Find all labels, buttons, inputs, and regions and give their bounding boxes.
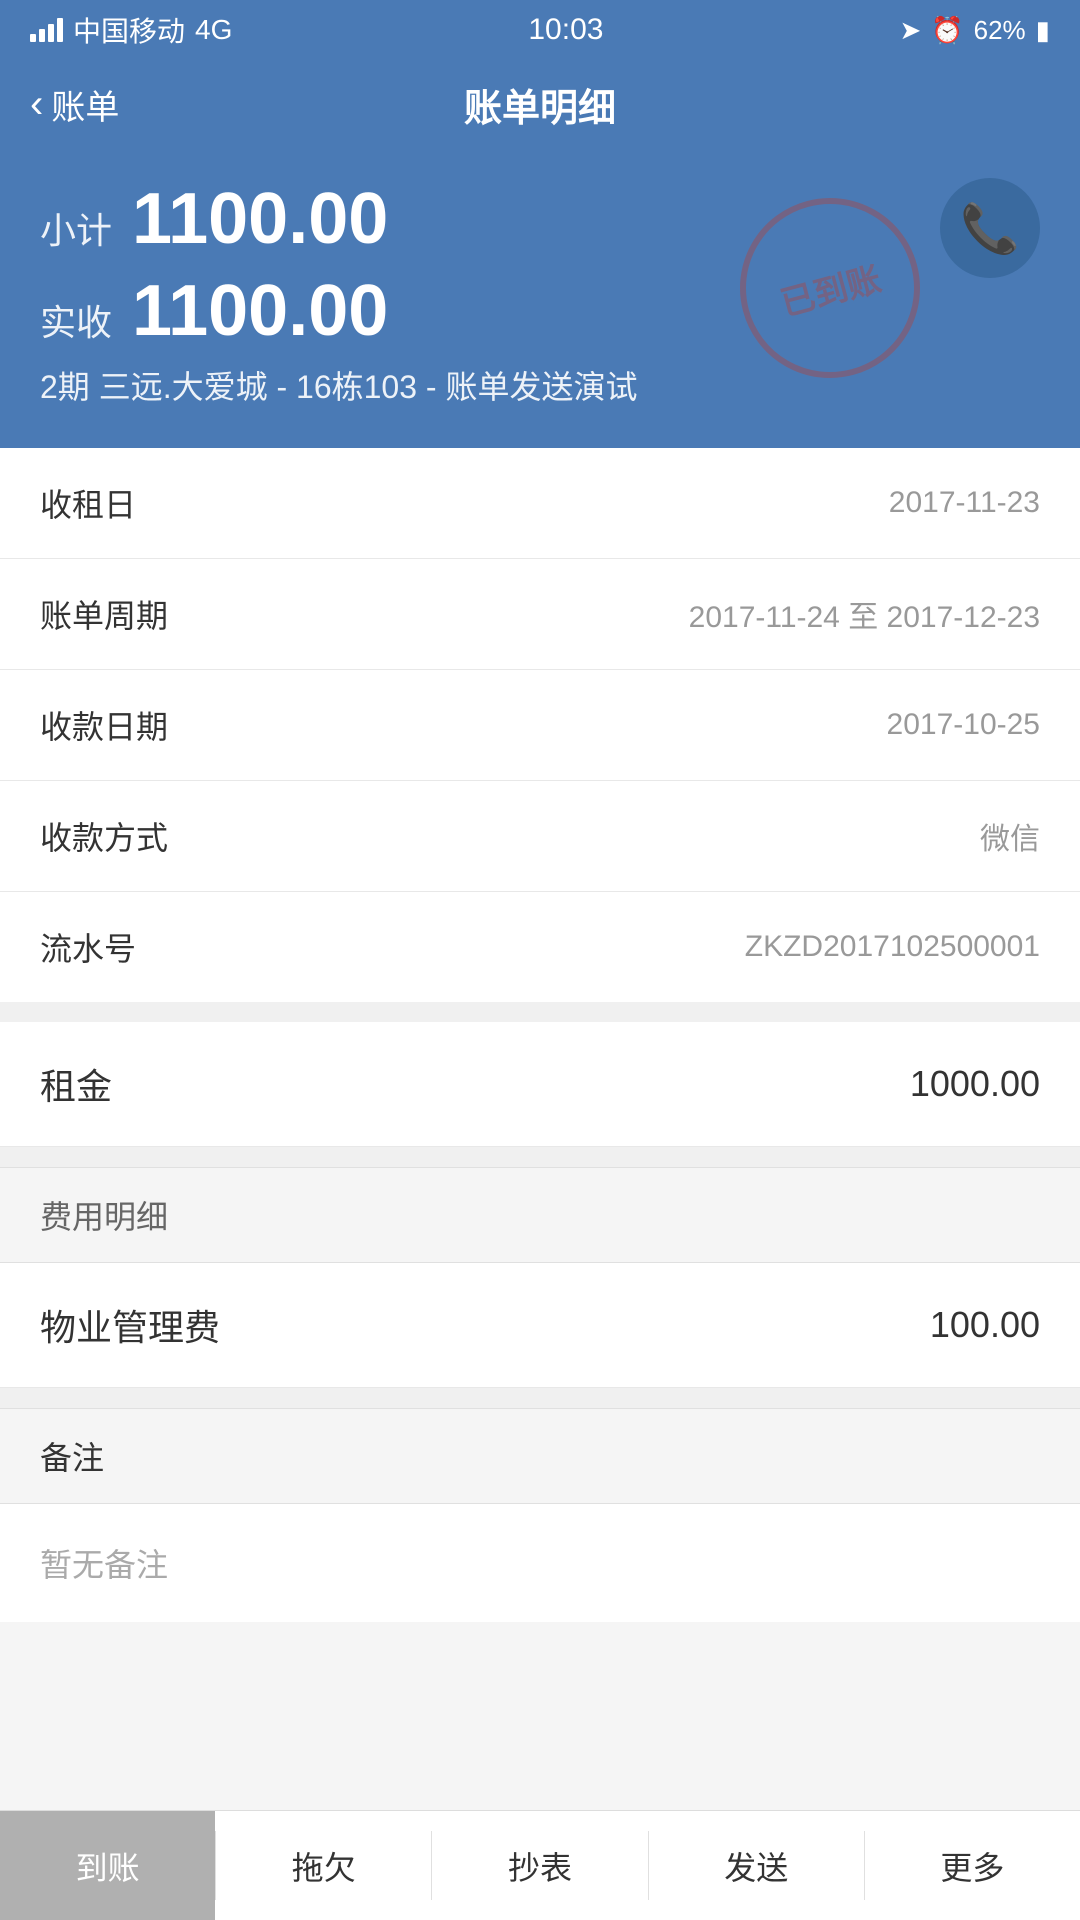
bottom-spacer bbox=[0, 1622, 1080, 1752]
action-tuoqian-label: 拖欠 bbox=[292, 1843, 356, 1889]
detail-row-2: 收款日期 2017-10-25 bbox=[0, 670, 1080, 781]
detail-section: 收租日 2017-11-23 账单周期 2017-11-24 至 2017-12… bbox=[0, 448, 1080, 1002]
divider-2 bbox=[0, 1147, 1080, 1167]
status-right: ➤ ⏰ 62% ▮ bbox=[899, 15, 1050, 46]
detail-row-0: 收租日 2017-11-23 bbox=[0, 448, 1080, 559]
nav-bar: ‹ 账单 账单明细 bbox=[0, 60, 1080, 148]
action-chaobiao[interactable]: 抄表 bbox=[432, 1811, 647, 1920]
back-label: 账单 bbox=[51, 80, 119, 129]
rent-row: 租金 1000.00 bbox=[0, 1022, 1080, 1147]
subtotal-amount: 1100.00 bbox=[132, 178, 388, 260]
detail-key-2: 收款日期 bbox=[40, 702, 168, 748]
actual-label: 实收 bbox=[40, 294, 112, 346]
rent-label: 租金 bbox=[40, 1058, 112, 1110]
remark-content: 暂无备注 bbox=[0, 1504, 1080, 1622]
rent-amount: 1000.00 bbox=[910, 1063, 1040, 1105]
detail-value-4: ZKZD2017102500001 bbox=[745, 930, 1040, 964]
detail-row-3: 收款方式 微信 bbox=[0, 781, 1080, 892]
action-daoz[interactable]: 到账 bbox=[0, 1811, 215, 1920]
detail-value-1: 2017-11-24 至 2017-12-23 bbox=[689, 592, 1040, 636]
alarm-icon: ⏰ bbox=[931, 15, 963, 46]
action-tuoqian[interactable]: 拖欠 bbox=[216, 1811, 431, 1920]
detail-key-1: 账单周期 bbox=[40, 591, 168, 637]
remark-title: 备注 bbox=[40, 1440, 104, 1476]
fee-item-0: 物业管理费 100.00 bbox=[0, 1263, 1080, 1388]
action-fasong-label: 发送 bbox=[724, 1843, 788, 1889]
battery-icon: ▮ bbox=[1036, 15, 1050, 46]
back-arrow-icon: ‹ bbox=[30, 84, 43, 124]
carrier-label: 中国移动 bbox=[73, 10, 185, 50]
action-bar: 到账 拖欠 抄表 发送 更多 bbox=[0, 1810, 1080, 1920]
detail-row-1: 账单周期 2017-11-24 至 2017-12-23 bbox=[0, 559, 1080, 670]
fee-section-title: 费用明细 bbox=[40, 1199, 168, 1235]
detail-key-4: 流水号 bbox=[40, 924, 136, 970]
back-button[interactable]: ‹ 账单 bbox=[30, 80, 119, 129]
status-bar: 中国移动 4G 10:03 ➤ ⏰ 62% ▮ bbox=[0, 0, 1080, 60]
action-daoz-label: 到账 bbox=[76, 1843, 140, 1889]
network-label: 4G bbox=[195, 14, 232, 46]
actual-amount: 1100.00 bbox=[132, 270, 388, 352]
header-subtitle: 2期 三远.大爱城 - 16栋103 - 账单发送演试 bbox=[40, 362, 1040, 408]
detail-value-0: 2017-11-23 bbox=[889, 486, 1040, 520]
location-icon: ➤ bbox=[899, 15, 921, 46]
remark-empty-text: 暂无备注 bbox=[40, 1547, 168, 1583]
phone-button[interactable]: 📞 bbox=[940, 178, 1040, 278]
subtotal-label: 小计 bbox=[40, 202, 112, 254]
status-left: 中国移动 4G bbox=[30, 10, 232, 50]
action-chaobiao-label: 抄表 bbox=[508, 1843, 572, 1889]
remark-header: 备注 bbox=[0, 1408, 1080, 1504]
actual-row: 实收 1100.00 bbox=[40, 270, 1040, 352]
action-fasong[interactable]: 发送 bbox=[649, 1811, 864, 1920]
page-title: 账单明细 bbox=[464, 77, 616, 132]
subtotal-row: 小计 1100.00 bbox=[40, 178, 1040, 260]
phone-icon: 📞 bbox=[960, 200, 1020, 257]
detail-row-4: 流水号 ZKZD2017102500001 bbox=[0, 892, 1080, 1002]
fee-section-header: 费用明细 bbox=[0, 1167, 1080, 1263]
detail-value-2: 2017-10-25 bbox=[887, 708, 1040, 742]
time-label: 10:03 bbox=[528, 13, 603, 47]
action-more-label: 更多 bbox=[940, 1843, 1004, 1889]
divider-3 bbox=[0, 1388, 1080, 1408]
header-summary: 小计 1100.00 实收 1100.00 2期 三远.大爱城 - 16栋103… bbox=[0, 148, 1080, 448]
battery-label: 62% bbox=[974, 15, 1026, 46]
action-more[interactable]: 更多 bbox=[865, 1811, 1080, 1920]
signal-icon bbox=[30, 18, 63, 42]
detail-key-3: 收款方式 bbox=[40, 813, 168, 859]
divider-1 bbox=[0, 1002, 1080, 1022]
fee-item-amount-0: 100.00 bbox=[930, 1304, 1040, 1346]
detail-value-3: 微信 bbox=[980, 814, 1040, 858]
fee-item-label-0: 物业管理费 bbox=[40, 1299, 220, 1351]
detail-key-0: 收租日 bbox=[40, 480, 136, 526]
